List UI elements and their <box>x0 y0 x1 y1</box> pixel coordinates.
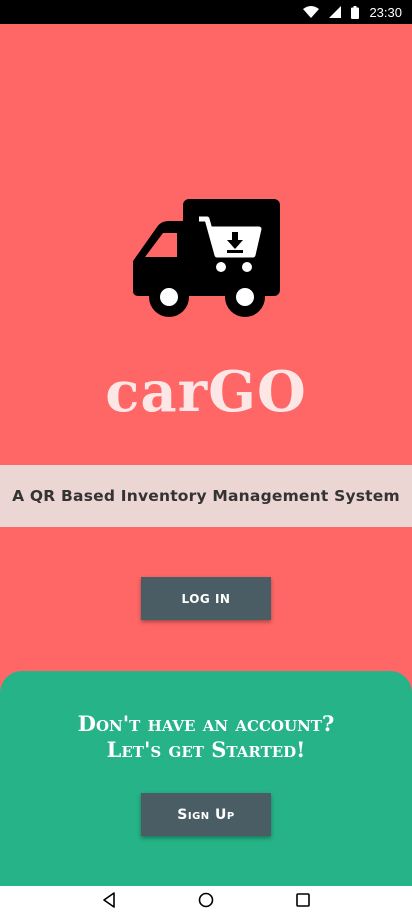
signup-title-line2: Let's get Started! <box>106 737 306 762</box>
recents-icon[interactable] <box>288 886 318 914</box>
battery-icon <box>351 5 360 19</box>
tagline-band: A QR Based Inventory Management System <box>0 465 412 527</box>
signup-title-line1: Don't have an account? <box>77 711 335 736</box>
tagline: A QR Based Inventory Management System <box>12 487 400 505</box>
signup-title: Don't have an account? Let's get Started… <box>0 711 412 763</box>
back-icon[interactable] <box>94 886 124 914</box>
wifi-icon <box>303 6 320 18</box>
signup-button-label: Sign Up <box>177 806 235 823</box>
main-screen: carGO A QR Based Inventory Management Sy… <box>0 24 412 886</box>
signal-icon <box>329 6 342 18</box>
app-name: carGO <box>105 359 307 425</box>
navigation-bar <box>0 886 412 914</box>
delivery-truck-cart-icon <box>131 199 281 319</box>
signup-panel: Don't have an account? Let's get Started… <box>0 671 412 886</box>
signup-button[interactable]: Sign Up <box>141 793 271 836</box>
home-icon[interactable] <box>191 886 221 914</box>
status-time: 23:30 <box>369 4 402 20</box>
login-button[interactable]: LOG IN <box>141 577 271 620</box>
status-bar: 23:30 <box>0 0 412 24</box>
